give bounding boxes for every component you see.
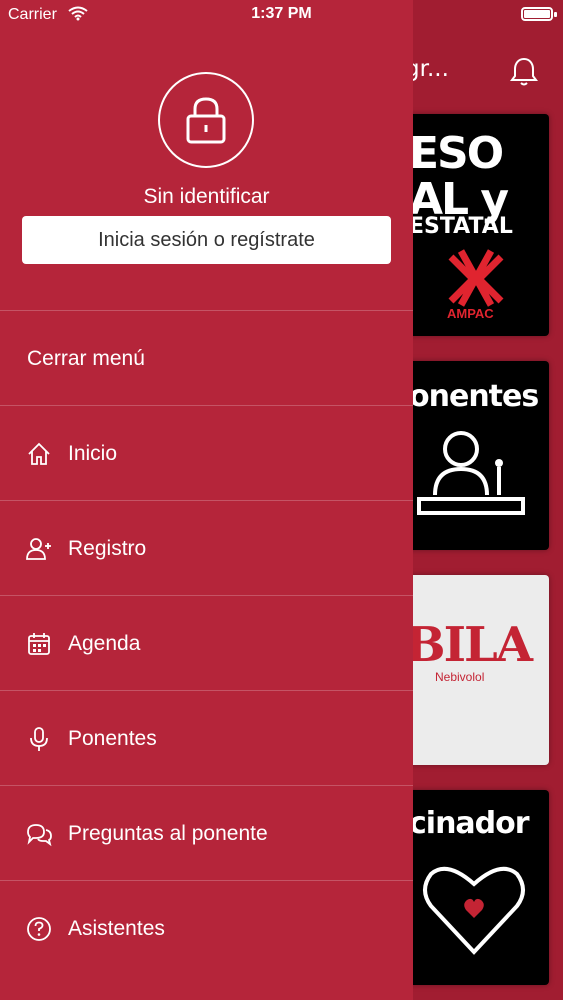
help-circle-icon	[27, 917, 51, 941]
clock: 1:37 PM	[251, 5, 312, 22]
battery-icon	[521, 7, 553, 21]
battery-cap	[554, 12, 557, 17]
heart-icon	[423, 866, 525, 955]
chat-bubbles-icon	[27, 824, 52, 847]
sponsor-tile-2[interactable]: cinador	[405, 790, 549, 985]
event-tile[interactable]: ESO AL y ESTATAL AMPAC	[405, 114, 549, 336]
calendar-icon	[28, 633, 50, 655]
tile-text: ESTATAL	[409, 214, 513, 239]
sponsor-tile[interactable]: BILA Nebivolol	[405, 575, 549, 765]
tile-text: onentes	[409, 379, 539, 414]
ampac-text: AMPAC	[447, 306, 494, 321]
menu-item-inicio[interactable]: Inicio	[0, 405, 413, 500]
menu-item-registro[interactable]: Registro	[0, 500, 413, 595]
add-user-icon	[26, 538, 51, 560]
login-button[interactable]: Inicia sesión o regístrate	[22, 216, 391, 264]
user-status: Sin identificar	[143, 185, 270, 208]
home-icon	[28, 442, 50, 465]
menu-item-label: Cerrar menú	[27, 347, 145, 370]
tile-text: cinador	[409, 806, 530, 841]
menu-item-label: Registro	[68, 537, 147, 560]
menu-item-label: Agenda	[68, 632, 141, 655]
microphone-icon	[30, 727, 48, 751]
lock-avatar	[158, 72, 254, 168]
menu-item-asistentes[interactable]: Asistentes	[0, 880, 413, 975]
speakers-tile[interactable]: onentes	[405, 361, 549, 550]
menu-item-label: Asistentes	[68, 917, 165, 940]
menu-item-label: Ponentes	[68, 727, 157, 750]
tile-text: ESO	[409, 128, 504, 179]
sponsor-brand: BILA	[405, 617, 533, 673]
status-bar: Carrier 1:37 PM	[0, 0, 563, 30]
speaker-icon	[417, 431, 525, 515]
lock-icon	[186, 97, 226, 144]
menu-item-preguntas[interactable]: Preguntas al ponente	[0, 785, 413, 880]
menu-item-agenda[interactable]: Agenda	[0, 595, 413, 690]
drawer-menu: Cerrar menú Inicio Registro Agenda Ponen…	[0, 310, 413, 975]
menu-item-label: Preguntas al ponente	[68, 822, 268, 845]
sponsor-brand-sub: Nebivolol	[435, 670, 485, 684]
side-drawer: Sin identificar Inicia sesión o regístra…	[0, 0, 413, 1000]
menu-item-ponentes[interactable]: Ponentes	[0, 690, 413, 785]
bell-icon[interactable]	[506, 54, 542, 90]
menu-item-close[interactable]: Cerrar menú	[0, 310, 413, 405]
menu-item-label: Inicio	[68, 442, 118, 465]
